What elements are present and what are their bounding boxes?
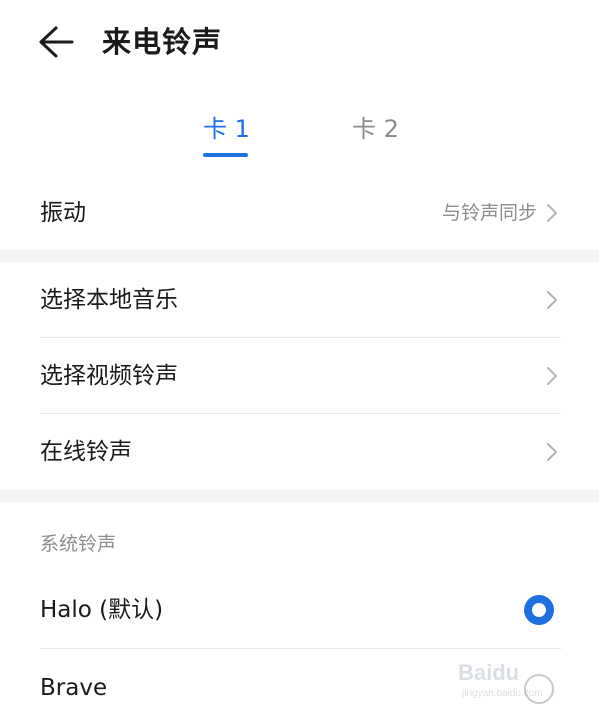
local-music-row[interactable]: 选择本地音乐 [0,262,599,337]
ringtone-label: Brave [40,675,108,701]
vibration-label: 振动 [40,200,86,226]
chevron-right-icon [547,291,557,309]
local-music-label: 选择本地音乐 [40,287,178,313]
watermark-sub: jingyan.baidu.com [462,688,543,699]
chevron-right-icon [547,204,557,222]
watermark-brand: Baidu [458,660,520,685]
tab-sim-2[interactable]: 卡 2 [352,112,399,146]
chevron-right-icon [547,367,557,385]
online-ringtone-row[interactable]: 在线铃声 [0,414,599,489]
chevron-right-icon [547,443,557,461]
radio-selected[interactable] [524,595,554,625]
page-title: 来电铃声 [102,25,223,59]
arrow-left-icon [39,26,74,58]
sim-tabs: 卡 1 卡 2 [0,108,599,160]
online-ringtone-label: 在线铃声 [40,439,132,465]
video-ringtone-label: 选择视频铃声 [40,363,178,389]
vibration-row[interactable]: 振动 与铃声同步 [0,190,599,236]
ringtone-item-halo[interactable]: Halo (默认) [0,572,599,648]
section-gap [0,250,599,262]
vibration-value: 与铃声同步 [441,202,537,224]
section-gap [0,490,599,502]
video-ringtone-row[interactable]: 选择视频铃声 [0,338,599,413]
ringtone-label: Halo (默认) [40,597,164,623]
top-app-bar: 来电铃声 [0,0,599,86]
back-button[interactable] [36,24,76,60]
tab-sim-1[interactable]: 卡 1 [203,112,250,146]
baidu-watermark: Baidu jingyan.baidu.com [458,652,588,712]
tab-active-indicator [203,153,248,157]
section-title-system-ringtones: 系统铃声 [40,533,117,555]
